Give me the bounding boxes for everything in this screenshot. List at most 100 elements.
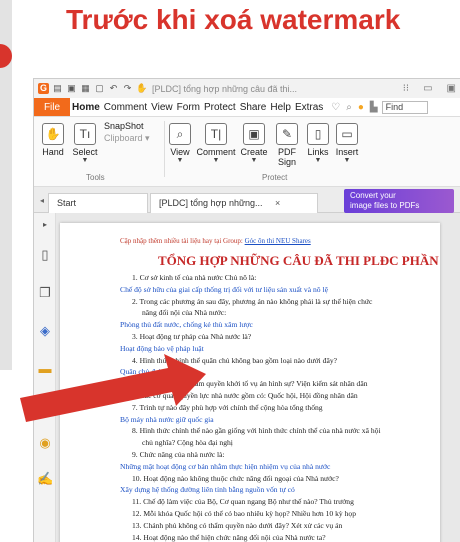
pdf-sign-button[interactable]: ✎ PDF Sign: [274, 123, 300, 167]
undo-icon[interactable]: ↶: [108, 83, 119, 94]
search-icon[interactable]: ⌕: [346, 102, 352, 113]
promo-line-2: image files to PDFs: [350, 201, 420, 210]
document-line: Bộ máy nhà nước giữ quốc gia: [120, 414, 214, 424]
tab-start[interactable]: Start: [48, 193, 148, 213]
pdf-page: Cập nhập thêm nhiều tài liệu hay tại Gro…: [60, 223, 440, 542]
comments-icon[interactable]: ▬: [37, 361, 53, 377]
tab-document-label: [PLDC] tổng hợp những...: [159, 198, 263, 208]
app-icon[interactable]: G: [38, 83, 49, 94]
ribbon-divider: [164, 121, 165, 177]
save-icon[interactable]: ▣: [66, 83, 77, 94]
document-line: Hoạt động bảo vệ pháp luật: [120, 343, 204, 353]
pdf-reader-window: G ▤ ▣ ▦ ▢ ↶ ↷ ✋ [PLDC] tổng hợp những câ…: [33, 78, 460, 542]
view-label: View: [170, 147, 190, 157]
comment-button[interactable]: T| Comment ▼: [196, 123, 236, 164]
close-icon[interactable]: ×: [275, 198, 280, 208]
menu-file[interactable]: File: [34, 98, 70, 116]
find-input[interactable]: Find: [381, 100, 428, 114]
bulb-icon[interactable]: ●: [358, 102, 364, 113]
security-icon[interactable]: ◉: [37, 435, 53, 451]
sign-icon[interactable]: ✍: [37, 471, 53, 487]
layout-icon[interactable]: ⁝⁝: [403, 83, 409, 94]
document-line: Chế độ sở hữu của giai cấp thống trị đối…: [120, 284, 328, 294]
clipboard-button[interactable]: Clipboard ▾: [104, 133, 160, 144]
select-tool-label: Select: [72, 147, 98, 157]
headline: Trước khi xoá watermark: [66, 4, 401, 35]
group-link[interactable]: Góc ôn thi NEU Shares: [245, 237, 311, 245]
document-viewport[interactable]: Cập nhập thêm nhiều tài liệu hay tại Gro…: [56, 213, 460, 542]
view-button[interactable]: ⌕ View ▼: [168, 123, 192, 164]
create-pdf-icon: ▣: [243, 123, 265, 145]
links-label: Links: [307, 147, 329, 157]
chevron-down-icon: ▼: [212, 157, 220, 164]
tab-document[interactable]: [PLDC] tổng hợp những... ×: [150, 193, 318, 213]
typewriter-icon: T|: [205, 123, 227, 145]
document-line: 12. Mỗi khóa Quốc hội có thể có bao nhiê…: [132, 509, 356, 518]
user-icon[interactable]: ▙: [370, 102, 378, 113]
open-icon[interactable]: ▤: [52, 83, 63, 94]
pen-sign-icon: ✎: [276, 123, 298, 145]
chevron-down-icon: ▼: [343, 157, 351, 164]
attachments-icon[interactable]: ⊘: [37, 397, 53, 413]
print-icon[interactable]: ▦: [80, 83, 91, 94]
convert-promo-banner[interactable]: Convert your image files to PDFs: [344, 189, 454, 213]
new-icon[interactable]: ▢: [94, 83, 105, 94]
zoom-icon: ⌕: [169, 123, 191, 145]
snapshot-label: SnapShot: [104, 121, 144, 131]
tools-group-label: Tools: [86, 173, 105, 182]
create-button[interactable]: ▣ Create ▼: [238, 123, 270, 164]
document-line: 13. Chánh phủ không có thẩm quyền nào dư…: [132, 520, 343, 530]
document-line: 10. Hoạt động nào không thuộc chức năng …: [132, 473, 339, 483]
document-line: 5. Cơ quan nào có thẩm quyền khởi tố vụ …: [132, 379, 368, 389]
redo-icon[interactable]: ↷: [122, 83, 133, 94]
document-line: 8. Hình thức chính thể nào gần giống với…: [132, 426, 381, 436]
select-tool-button[interactable]: Tı Select ▼: [70, 123, 100, 164]
menu-view[interactable]: View: [149, 102, 175, 113]
tab-scroll-left-icon[interactable]: ◂: [40, 196, 44, 205]
chevron-down-icon: ▼: [176, 157, 184, 164]
chevron-down-icon: ▼: [250, 157, 258, 164]
links-button[interactable]: ▯ Links ▼: [306, 123, 330, 164]
insert-button[interactable]: ▭ Insert ▼: [334, 123, 360, 164]
insert-page-icon: ▭: [336, 123, 358, 145]
pdf-sign-label: PDF Sign: [277, 147, 296, 167]
document-title: TỔNG HỢP NHỮNG CÂU ĐÃ THI PLĐC PHẦN 2: [158, 253, 440, 268]
menu-form[interactable]: Form: [175, 102, 202, 113]
hand-tool-button[interactable]: ✋ Hand: [40, 123, 66, 157]
top-note: Cập nhập thêm nhiều tài liệu hay tại Gro…: [120, 237, 311, 245]
hand-tool-label: Hand: [42, 147, 64, 157]
tab-start-label: Start: [57, 198, 77, 208]
menu-extras[interactable]: Extras: [293, 102, 325, 113]
snapshot-button[interactable]: SnapShot: [104, 121, 160, 131]
menu-bar: File Home Comment View Form Protect Shar…: [34, 98, 460, 117]
document-line: năng đối nội của Nhà nước:: [142, 308, 227, 318]
pages-icon[interactable]: ❐: [37, 285, 53, 301]
top-note-text: Cập nhập thêm nhiều tài liệu hay tại Gro…: [120, 237, 245, 245]
document-line: 2. Trong các phương án sau đây, phương á…: [132, 296, 373, 306]
document-line: 14. Hoạt động nào thể hiện chức năng đối…: [132, 532, 326, 542]
minimize-icon[interactable]: ▭: [423, 83, 432, 94]
document-line: 4. Hình thức chính thể quân chủ không ba…: [132, 355, 338, 365]
tell-me-icon[interactable]: ♡: [331, 102, 340, 113]
thumbnail-icon[interactable]: ▯: [37, 247, 53, 263]
menu-share[interactable]: Share: [238, 102, 269, 113]
document-line: 1. Cơ sở kinh tế của nhà nước Chủ nô là:: [132, 273, 257, 282]
menu-home[interactable]: Home: [70, 102, 102, 113]
chevron-down-icon: ▼: [314, 157, 322, 164]
menu-help[interactable]: Help: [268, 102, 293, 113]
comment-label: Comment: [196, 147, 236, 157]
hand-icon[interactable]: ✋: [136, 83, 147, 94]
left-navigation-panel: ▸ ▯ ❐ ◈ ▬ ⊘ ◉ ✍: [34, 213, 56, 542]
protect-group-label: Protect: [262, 173, 288, 182]
restore-icon[interactable]: ▣: [447, 83, 456, 94]
document-line: 9. Chức năng của nhà nước là:: [132, 450, 225, 459]
insert-label: Insert: [335, 147, 359, 157]
clipboard-label: Clipboard: [104, 133, 143, 143]
ribbon-toolbar: ✋ Hand Tı Select ▼ SnapShot Clipboard ▾ …: [34, 117, 460, 187]
menu-protect[interactable]: Protect: [202, 102, 238, 113]
document-line: 3. Hoạt động tư pháp của Nhà nước là?: [132, 332, 252, 341]
layers-icon[interactable]: ◈: [37, 323, 53, 339]
menu-comment[interactable]: Comment: [102, 102, 149, 113]
expand-panel-icon[interactable]: ▸: [37, 217, 53, 233]
link-icon: ▯: [307, 123, 329, 145]
